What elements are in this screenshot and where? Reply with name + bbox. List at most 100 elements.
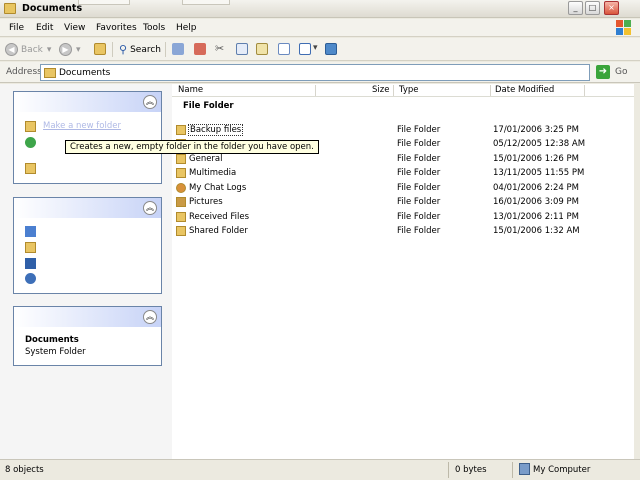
item-type: File Folder	[397, 212, 441, 222]
menu-help[interactable]: Help	[176, 23, 197, 33]
move-to-icon[interactable]	[172, 43, 184, 55]
share-folder-icon[interactable]	[25, 163, 36, 174]
item-date: 17/01/2006 3:25 PM	[493, 125, 579, 135]
my-computer-icon	[519, 463, 530, 475]
item-type: File Folder	[397, 197, 441, 207]
go-button[interactable]: ➜ Go	[596, 65, 627, 79]
windows-logo-icon	[616, 20, 632, 36]
column-name[interactable]: Name	[178, 85, 203, 95]
new-folder-icon	[25, 121, 36, 132]
menu-tools[interactable]: Tools	[143, 23, 165, 33]
item-name: General	[189, 154, 223, 164]
file-folder-tasks-panel: ︽ Make a new folder	[13, 91, 162, 184]
address-input[interactable]: Documents	[40, 64, 590, 81]
item-date: 04/01/2006 2:24 PM	[493, 183, 579, 193]
cut-icon[interactable]: ✂	[215, 43, 227, 55]
status-divider	[448, 462, 449, 478]
pictures-folder-icon	[176, 197, 186, 207]
column-type[interactable]: Type	[399, 85, 419, 95]
item-name: Received Files	[189, 212, 250, 222]
dropdown-arrow-icon: ▾	[46, 44, 52, 55]
search-button[interactable]: ⚲ Search	[119, 42, 161, 57]
item-type: File Folder	[397, 154, 441, 164]
list-item[interactable]: General File Folder 15/01/2006 1:26 PM	[172, 152, 634, 166]
desktop-icon[interactable]	[25, 226, 36, 237]
column-divider[interactable]	[315, 85, 316, 96]
properties-icon[interactable]	[278, 43, 290, 55]
paste-icon[interactable]	[256, 43, 268, 55]
item-name: My Chat Logs	[189, 183, 247, 193]
list-item[interactable]: Received Files File Folder 13/01/2006 2:…	[172, 210, 634, 224]
shared-documents-icon[interactable]	[25, 242, 36, 253]
item-name: Multimedia	[189, 168, 237, 178]
up-folder-icon[interactable]	[94, 43, 106, 55]
menu-view[interactable]: View	[64, 23, 85, 33]
search-icon: ⚲	[119, 43, 128, 56]
item-type: File Folder	[397, 183, 441, 193]
item-date: 15/01/2006 1:26 PM	[493, 154, 579, 164]
item-date: 15/01/2006 1:32 AM	[493, 226, 580, 236]
copy-icon[interactable]	[236, 43, 248, 55]
item-type: File Folder	[397, 125, 441, 135]
network-places-icon[interactable]	[25, 273, 36, 284]
folder-icon	[176, 168, 186, 178]
folder-icon	[4, 3, 16, 14]
folder-icon	[176, 125, 186, 135]
publish-web-icon[interactable]	[25, 137, 36, 148]
item-date: 05/12/2005 12:38 AM	[493, 139, 586, 149]
maximize-button[interactable]: □	[585, 1, 600, 15]
back-arrow-icon: ◀	[5, 43, 18, 56]
folder-sync-icon[interactable]	[325, 43, 337, 55]
list-item[interactable]: Backup files File Folder 17/01/2006 3:25…	[172, 123, 634, 137]
title-bar[interactable]: Documents _ □ ×	[0, 0, 640, 18]
menu-edit[interactable]: Edit	[36, 23, 53, 33]
panel-header[interactable]: ︽	[14, 307, 161, 327]
background-window-fragment	[182, 0, 230, 5]
column-divider[interactable]	[584, 85, 585, 96]
group-header: File Folder	[183, 101, 234, 111]
status-divider	[512, 462, 513, 478]
forward-arrow-icon: ▶	[59, 43, 72, 56]
list-item[interactable]: Shared Folder File Folder 15/01/2006 1:3…	[172, 224, 634, 238]
my-computer-icon[interactable]	[25, 258, 36, 269]
address-label: Address	[6, 67, 42, 77]
list-item[interactable]: Pictures File Folder 16/01/2006 3:09 PM	[172, 195, 634, 209]
column-header: Name Size Type Date Modified	[172, 84, 634, 97]
list-item[interactable]: Multimedia File Folder 13/11/2005 11:55 …	[172, 166, 634, 180]
menu-favorites[interactable]: Favorites	[96, 23, 137, 33]
views-icon[interactable]	[299, 43, 311, 55]
make-new-folder-link[interactable]: Make a new folder	[43, 121, 121, 131]
collapse-chevron-icon[interactable]: ︽	[143, 201, 157, 215]
column-date[interactable]: Date Modified	[495, 85, 554, 95]
dropdown-arrow-icon: ▾	[76, 44, 81, 55]
panel-header[interactable]: ︽	[14, 198, 161, 218]
column-size[interactable]: Size	[372, 85, 389, 95]
status-size: 0 bytes	[455, 465, 487, 475]
collapse-chevron-icon[interactable]: ︽	[143, 95, 157, 109]
window-title: Documents	[22, 3, 83, 14]
panel-header[interactable]: ︽	[14, 92, 161, 112]
item-type: File Folder	[397, 226, 441, 236]
minimize-button[interactable]: _	[568, 1, 583, 15]
copy-to-icon[interactable]	[194, 43, 206, 55]
folder-icon	[176, 226, 186, 236]
column-divider[interactable]	[490, 85, 491, 96]
collapse-chevron-icon[interactable]: ︽	[143, 310, 157, 324]
status-object-count: 8 objects	[5, 465, 44, 475]
tooltip: Creates a new, empty folder in the folde…	[65, 140, 319, 154]
item-name: Pictures	[189, 197, 223, 207]
back-label: Back	[21, 44, 43, 55]
background-window-fragment	[78, 0, 130, 5]
item-date: 16/01/2006 3:09 PM	[493, 197, 579, 207]
chat-folder-icon	[176, 183, 186, 193]
back-button[interactable]: ◀ Back ▾	[5, 42, 51, 57]
toolbar-separator	[112, 42, 113, 57]
column-divider[interactable]	[393, 85, 394, 96]
menu-file[interactable]: File	[9, 23, 24, 33]
forward-button[interactable]: ▶ ▾	[59, 42, 81, 57]
item-name: Shared Folder	[189, 226, 248, 236]
list-item[interactable]: My Chat Logs File Folder 04/01/2006 2:24…	[172, 181, 634, 195]
close-button[interactable]: ×	[604, 1, 619, 15]
address-bar: Address Documents ➜ Go	[0, 62, 640, 83]
views-dropdown-icon[interactable]: ▾	[313, 43, 318, 53]
